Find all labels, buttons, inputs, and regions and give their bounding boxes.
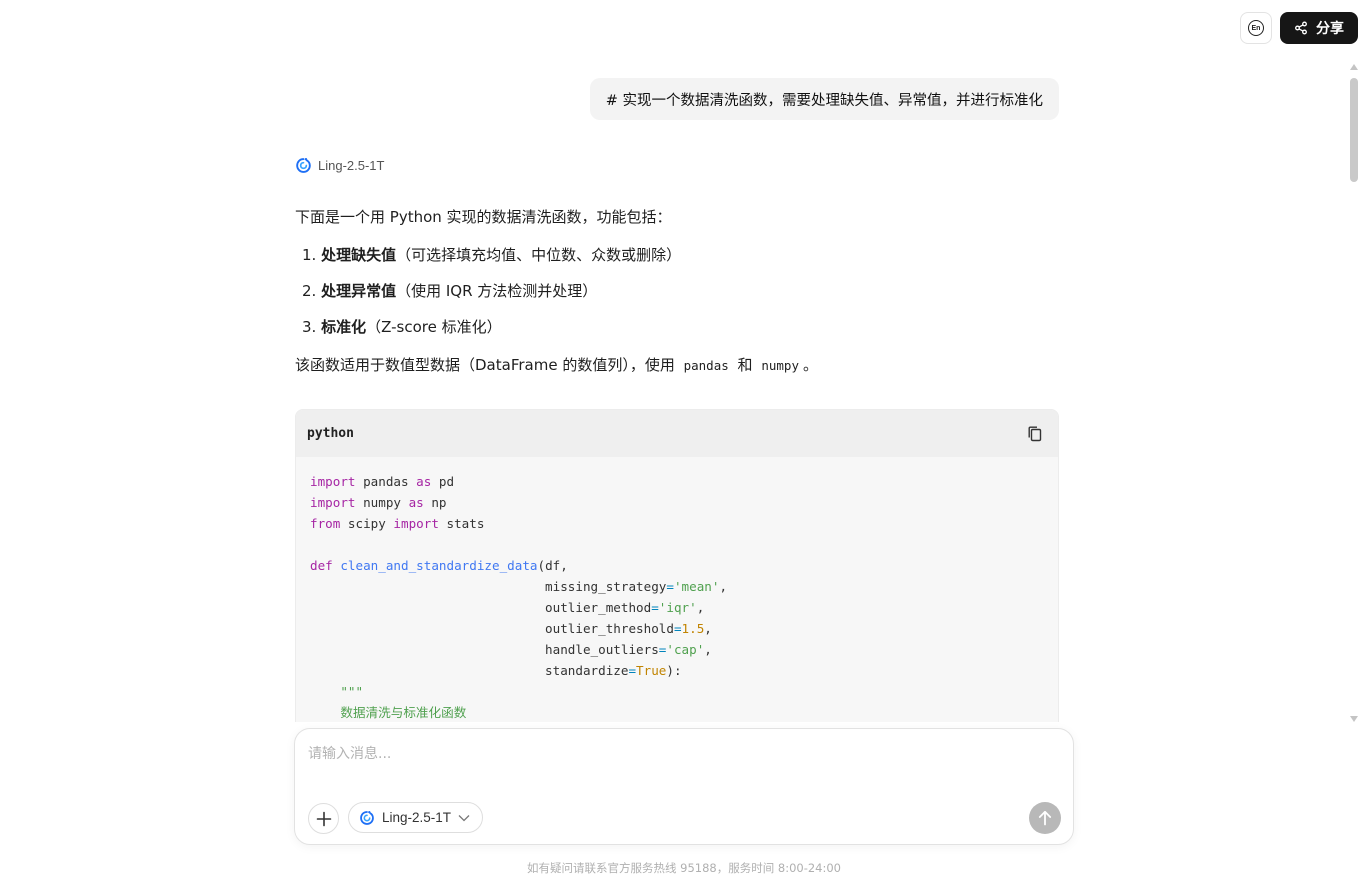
chat-thread: # 实现一个数据清洗函数，需要处理缺失值、异常值，并进行标准化 Ling-2.5… <box>295 0 1059 722</box>
attach-button[interactable] <box>308 803 339 834</box>
list-item-title: 处理缺失值 <box>321 246 397 264</box>
list-item: 3. 标准化 （Z-score 标准化） <box>295 316 1059 352</box>
scroll-up-arrow-icon[interactable] <box>1350 64 1358 70</box>
ling-logo-icon <box>296 158 311 173</box>
answer-note: 该函数适用于数值型数据（DataFrame 的数值列），使用 pandas 和 … <box>295 354 1059 394</box>
assistant-model-tag: Ling-2.5-1T <box>295 157 384 174</box>
list-number: 1. <box>302 246 317 264</box>
copy-icon[interactable] <box>1028 426 1042 442</box>
inline-code-numpy: numpy <box>761 358 799 373</box>
list-item-title: 处理异常值 <box>321 282 397 300</box>
code-content: import pandas as pd import numpy as np f… <box>310 474 728 720</box>
top-toolbar: En 分享 <box>1240 12 1358 44</box>
list-item: 1. 处理缺失值 （可选择填充均值、中位数、众数或删除） <box>295 244 1059 280</box>
chevron-down-icon <box>458 814 470 821</box>
feature-list: 1. 处理缺失值 （可选择填充均值、中位数、众数或删除） 2. 处理异常值 （使用 … <box>295 244 1059 352</box>
ling-logo-icon <box>360 810 374 825</box>
assistant-model-name: Ling-2.5-1T <box>318 158 385 173</box>
share-button[interactable]: 分享 <box>1280 12 1358 44</box>
code-block: python import pandas as pd import numpy … <box>295 409 1059 722</box>
language-icon: En <box>1248 20 1264 36</box>
share-icon <box>1295 21 1307 35</box>
message-composer: 请输入消息... Ling-2.5-1T <box>294 728 1074 845</box>
footer-hotline: 如有疑问请联系官方服务热线 95188，服务时间 8:00-24:00 <box>526 861 841 875</box>
answer-intro: 下面是一个用 Python 实现的数据清洗函数，功能包括： <box>295 208 672 226</box>
list-item-desc: （使用 IQR 方法检测并处理） <box>396 282 598 300</box>
list-item-desc: （Z-score 标准化） <box>366 318 502 336</box>
code-language-label: python <box>307 426 354 441</box>
list-item-title: 标准化 <box>321 318 367 336</box>
language-toggle-button[interactable]: En <box>1240 12 1272 44</box>
note-suffix: 。 <box>802 356 818 374</box>
scroll-down-arrow-icon[interactable] <box>1350 716 1358 722</box>
message-input[interactable]: 请输入消息... <box>308 743 391 763</box>
list-number: 3. <box>302 318 317 336</box>
inline-code-pandas: pandas <box>683 358 729 373</box>
list-item: 2. 处理异常值 （使用 IQR 方法检测并处理） <box>295 280 1059 316</box>
list-number: 2. <box>302 282 317 300</box>
note-and: 和 <box>737 356 753 374</box>
model-selector[interactable]: Ling-2.5-1T <box>348 802 484 833</box>
code-block-header: python <box>296 410 1058 457</box>
chat-scrollbar[interactable] <box>1350 64 1358 722</box>
send-button[interactable] <box>1029 802 1061 834</box>
user-message-bubble: # 实现一个数据清洗函数，需要处理缺失值、异常值，并进行标准化 <box>589 78 1059 120</box>
list-item-desc: （可选择填充均值、中位数、众数或删除） <box>396 246 682 264</box>
plus-icon <box>316 811 331 826</box>
share-label: 分享 <box>1316 21 1344 37</box>
note-text: 该函数适用于数值型数据（DataFrame 的数值列），使用 <box>295 356 675 374</box>
scrollbar-thumb[interactable] <box>1350 78 1358 182</box>
model-selector-label: Ling-2.5-1T <box>382 810 452 825</box>
arrow-up-icon <box>1038 810 1052 826</box>
assistant-answer: 下面是一个用 Python 实现的数据清洗函数，功能包括： 1. 处理缺失值 （可… <box>295 206 1059 394</box>
